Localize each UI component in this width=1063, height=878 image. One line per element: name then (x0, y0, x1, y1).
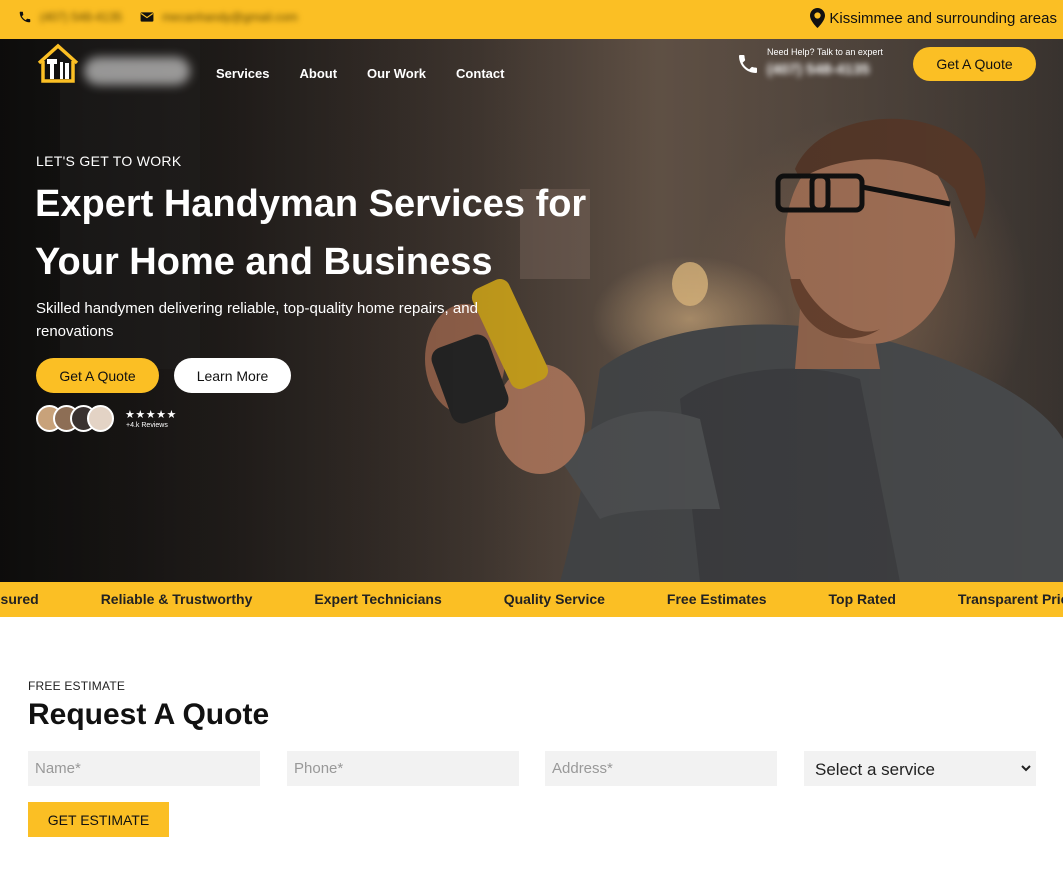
ticker-item: Reliable & Trustworthy (100, 591, 253, 607)
hero-section: Services About Our Work Contact Need Hel… (0, 39, 1063, 582)
service-area: Kissimmee and surrounding areas (810, 8, 1057, 28)
service-select-value: Select a service (815, 760, 935, 779)
hero-subheadline: Skilled handymen delivering reliable, to… (36, 300, 478, 340)
get-estimate-button[interactable]: GET ESTIMATE (28, 802, 169, 837)
phone-field[interactable] (287, 751, 519, 786)
phone-icon (739, 55, 757, 73)
chevron-down-icon (1021, 765, 1031, 772)
form-eyebrow: FREE ESTIMATE (28, 679, 126, 693)
address-field[interactable] (545, 751, 777, 786)
rating-stars: ★★★★★ (125, 409, 177, 421)
help-phone[interactable]: (407) 548-4135 (767, 61, 870, 78)
top-bar: (407) 548-4135 mecanhandy@gmail.com Kiss… (0, 0, 1063, 39)
top-contact: (407) 548-4135 mecanhandy@gmail.com (18, 10, 298, 24)
ticker-item: Transparent Pricin (957, 591, 1063, 607)
ticker-item: Quality Service (503, 591, 605, 607)
top-email[interactable]: mecanhandy@gmail.com (162, 10, 298, 24)
help-text: Need Help? Talk to an expert (767, 47, 883, 57)
help-contact[interactable]: Need Help? Talk to an expert (407) 548-4… (736, 47, 906, 87)
ticker-item: nsured (0, 591, 39, 607)
nav-contact[interactable]: Contact (456, 66, 504, 81)
mail-icon (140, 12, 154, 22)
hero-headline: Expert Handyman Services for Your Home a… (35, 183, 587, 283)
nav-services[interactable]: Services (216, 66, 270, 81)
map-pin-icon (810, 8, 826, 28)
review-count: +4.k Reviews (126, 422, 168, 429)
avatar (87, 405, 114, 432)
service-select[interactable]: Select a service (804, 751, 1036, 786)
learn-more-button[interactable]: Learn More (174, 358, 291, 393)
ticker-item: Expert Technicians (314, 591, 442, 607)
main-nav: Services About Our Work Contact Need Hel… (0, 39, 1063, 109)
ticker-item: Top Rated (828, 591, 896, 607)
features-ticker: nsured Reliable & Trustworthy Expert Tec… (0, 582, 1063, 617)
reviewer-avatars (36, 405, 116, 433)
brand-name-blurred[interactable] (84, 57, 190, 85)
nav-get-quote-button[interactable]: Get A Quote (913, 47, 1036, 81)
location-text: Kissimmee and surrounding areas (829, 9, 1057, 27)
hero-eyebrow: LET'S GET TO WORK (36, 153, 182, 169)
house-tools-logo-icon[interactable] (36, 43, 80, 83)
nav-about[interactable]: About (300, 66, 338, 81)
nav-our-work[interactable]: Our Work (367, 66, 426, 81)
form-title: Request A Quote (28, 698, 270, 731)
nav-links: Services About Our Work Contact (216, 66, 504, 81)
top-phone[interactable]: (407) 548-4135 (40, 10, 122, 24)
hero-get-quote-button[interactable]: Get A Quote (36, 358, 159, 393)
ticker-item: Free Estimates (666, 591, 767, 607)
ticker-track: nsured Reliable & Trustworthy Expert Tec… (0, 591, 1063, 607)
phone-icon (19, 11, 31, 23)
name-field[interactable] (28, 751, 260, 786)
